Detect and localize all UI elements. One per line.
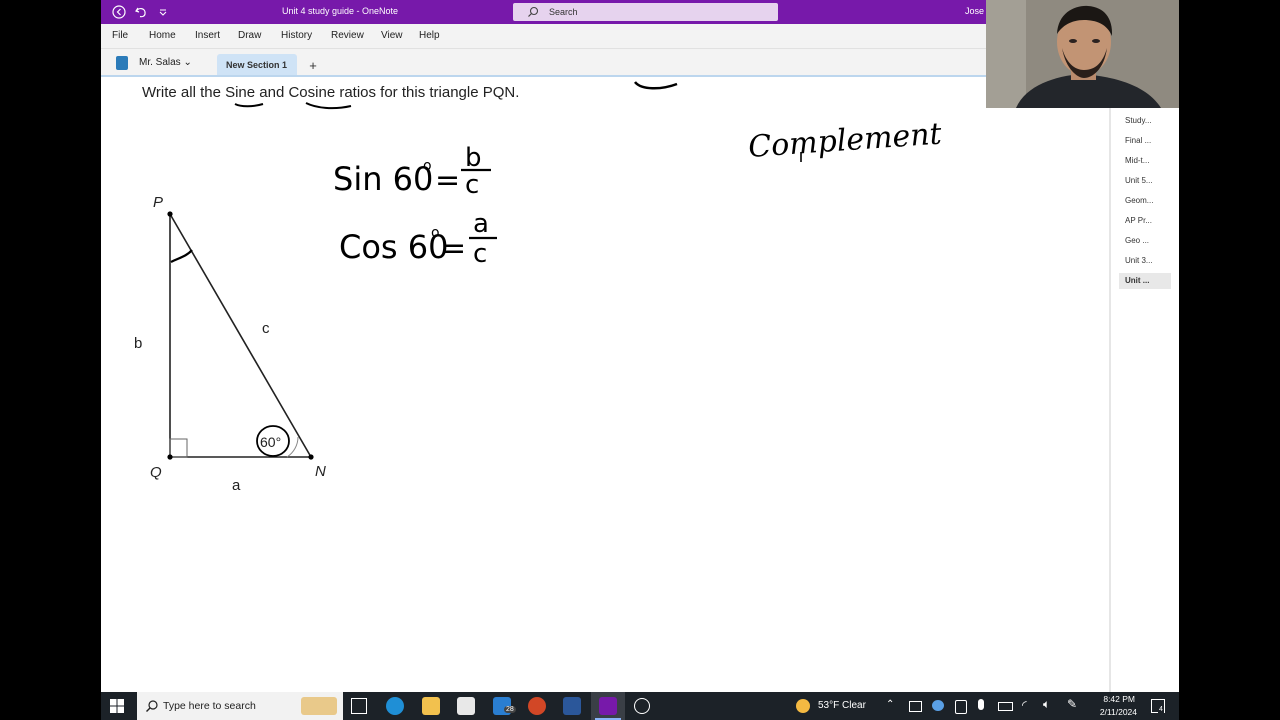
page-item-selected[interactable]: Unit ... [1119, 273, 1171, 289]
taskbar-search-box[interactable]: Type here to search [137, 692, 343, 720]
powerpoint-icon[interactable] [528, 697, 546, 715]
svg-text:a: a [473, 209, 489, 239]
tray-app-icon[interactable] [909, 701, 922, 712]
ink-complement: Complement [747, 116, 944, 164]
page-item[interactable]: AP Pr... [1119, 213, 1171, 229]
page-item[interactable]: Final ... [1119, 133, 1171, 149]
wifi-icon[interactable]: ◜ [1022, 698, 1027, 712]
presenter-image [986, 0, 1179, 108]
word-icon[interactable] [563, 697, 581, 715]
pen-icon[interactable]: ✎ [1067, 697, 1077, 711]
vertex-n-label: N [315, 463, 326, 480]
svg-text:Sin 60: Sin 60 [333, 160, 433, 198]
page-item[interactable]: Study... [1119, 113, 1171, 129]
page-item[interactable]: Geom... [1119, 193, 1171, 209]
screen-recorder-icon[interactable] [634, 698, 650, 714]
ink-angle-arc-p [170, 249, 193, 263]
tray-device-icon[interactable] [955, 700, 967, 714]
svg-text:b: b [465, 143, 482, 173]
page-item[interactable]: Geo ... [1119, 233, 1171, 249]
onenote-icon [599, 697, 617, 715]
svg-text:=: = [441, 231, 466, 266]
clock-time[interactable]: 8:42 PM [1101, 694, 1135, 704]
svg-text:o: o [423, 158, 432, 174]
ink-underline-sine [234, 103, 264, 108]
weather-moon-icon [796, 699, 810, 713]
file-explorer-icon[interactable] [422, 697, 440, 715]
onenote-taskbar-active[interactable] [591, 692, 625, 720]
svg-text:=: = [435, 163, 460, 198]
battery-icon[interactable] [998, 702, 1013, 711]
volume-icon[interactable]: 🔈︎ [1043, 697, 1050, 712]
ink-sin-equation: Sin 60 o = b c [333, 143, 491, 200]
svg-text:c: c [473, 239, 487, 269]
ink-scribble-top [634, 81, 678, 90]
notification-badge: 4 [1158, 706, 1164, 713]
page-item[interactable]: Unit 3... [1119, 253, 1171, 269]
ink-cos-equation: Cos 60 o = a c [339, 209, 497, 269]
edge-browser-icon[interactable] [386, 697, 404, 715]
clock-date[interactable]: 2/11/2024 [1091, 707, 1137, 717]
show-hidden-icons-icon[interactable]: ⌃ [886, 699, 894, 710]
windows-taskbar: Type here to search 28 53°F Clear ⌃ ◜ 🔈︎… [101, 692, 1179, 720]
taskbar-search-placeholder: Type here to search [163, 700, 256, 712]
mail-icon[interactable]: 28 [493, 697, 516, 715]
windows-start-icon[interactable] [110, 699, 124, 713]
notifications-icon[interactable]: 4 [1151, 699, 1165, 713]
cloud-sync-icon[interactable] [932, 700, 944, 711]
side-b-label: b [134, 335, 142, 352]
page-item[interactable]: Mid-t... [1119, 153, 1171, 169]
page-item[interactable]: Unit 5... [1119, 173, 1171, 189]
onenote-window: Unit 4 study guide - OneNote Search Jose… [101, 0, 1179, 720]
page-list: Study... Final ... Mid-t... Unit 5... Ge… [1109, 108, 1179, 692]
microphone-icon[interactable] [978, 699, 984, 710]
search-icon [146, 700, 158, 712]
svg-text:c: c [465, 170, 479, 200]
task-view-icon[interactable] [351, 698, 367, 714]
side-c-label: c [262, 320, 270, 337]
ink-underline-cosine [305, 102, 352, 110]
triangle-pqn [167, 211, 314, 460]
weather-text[interactable]: 53°F Clear [818, 700, 866, 711]
microsoft-store-icon[interactable] [457, 697, 475, 715]
side-a-label: a [232, 477, 241, 494]
angle-60-label: 60° [260, 434, 281, 450]
mail-badge: 28 [504, 706, 516, 713]
vertex-q-label: Q [150, 464, 162, 481]
webcam-video [986, 0, 1179, 108]
svg-text:o: o [431, 225, 440, 241]
vertex-p-label: P [153, 194, 163, 211]
search-highlight-icon [301, 697, 337, 715]
